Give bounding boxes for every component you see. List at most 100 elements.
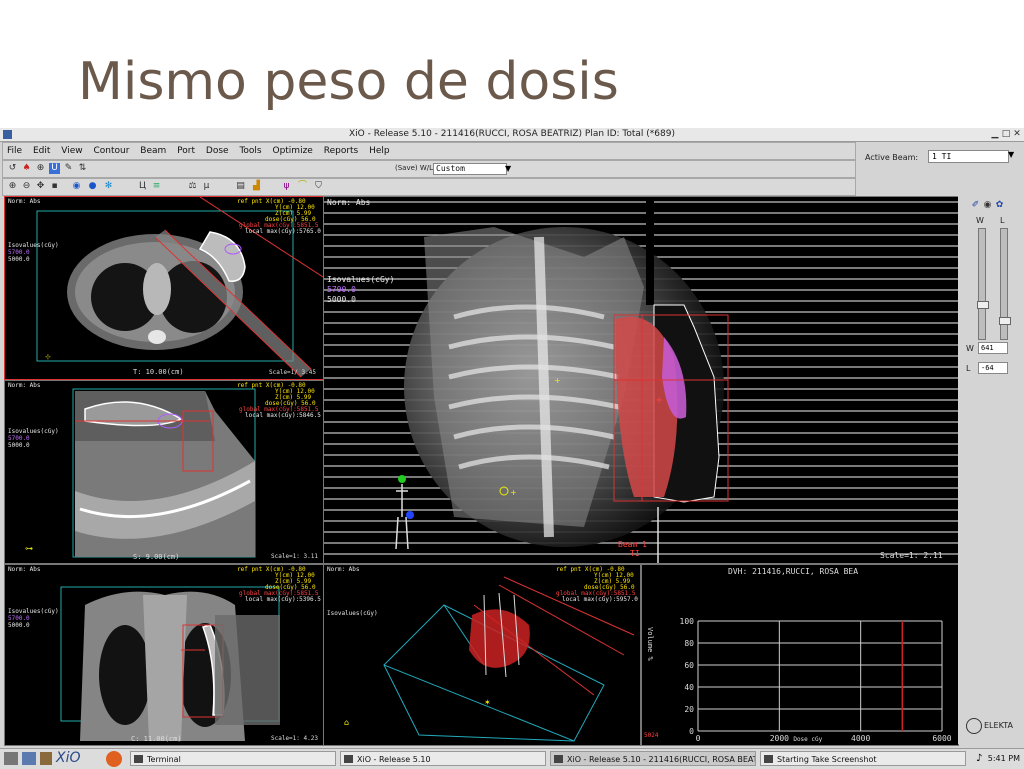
wl-preset-select[interactable]: Custom: [433, 163, 507, 175]
zoom-in-icon[interactable]: ⊕: [7, 181, 18, 192]
menu-edit[interactable]: Edit: [29, 143, 54, 159]
dvh-y-tick-label: 60: [684, 661, 694, 670]
level-slider[interactable]: [999, 228, 1011, 340]
level-value-input[interactable]: -64: [978, 362, 1008, 374]
taskbar-button-label: Terminal: [147, 755, 181, 764]
slice-position: T: 10.00(cm): [133, 368, 184, 376]
u-tool-icon[interactable]: U: [49, 163, 60, 174]
dvh-x-tick-label: 0: [696, 734, 701, 743]
xio-application-window: XiO - Release 5.10 - 211416(RUCCI, ROSA …: [0, 128, 1024, 769]
taskbar-button-screenshot[interactable]: Starting Take Screenshot: [760, 751, 966, 766]
view-globe-icon[interactable]: ◉: [71, 181, 82, 192]
desktop-icon[interactable]: [4, 752, 18, 765]
beam-sublabel: TI: [630, 549, 640, 558]
save-icon[interactable]: ▪: [49, 181, 60, 192]
l-slider-label: L: [1000, 216, 1005, 225]
menu-tools[interactable]: Tools: [235, 143, 265, 159]
isovalues-label: Isovalues(cGy): [327, 610, 378, 617]
dvh-y-tick-label: 100: [680, 617, 695, 626]
menu-optimize[interactable]: Optimize: [268, 143, 316, 159]
local-max-label: local max(cGy):5957.0: [562, 596, 638, 603]
pencil-icon[interactable]: ✐: [970, 200, 981, 211]
filter-icon[interactable]: Ц: [137, 181, 148, 192]
settings-icon[interactable]: ✿: [994, 200, 1005, 211]
norm-label: Norm: Abs: [327, 566, 360, 573]
view-rotate-icon[interactable]: ✻: [103, 181, 114, 192]
undo-icon[interactable]: ↺: [7, 163, 18, 174]
svg-text:⌂: ⌂: [344, 718, 349, 727]
window-slider[interactable]: [977, 228, 989, 340]
dvh-corner-label: 5024: [644, 732, 659, 739]
close-icon[interactable]: ✕: [1012, 129, 1022, 139]
calculator-icon[interactable]: ▤: [235, 181, 246, 192]
app-logo-icon: [3, 130, 12, 139]
taskbar-button-xio-plan[interactable]: XiO - Release 5.10 - 211416(RUCCI, ROSA …: [550, 751, 756, 766]
taskbar-button-xio[interactable]: XiO - Release 5.10: [340, 751, 546, 766]
dvh-x-tick-label: 6000: [932, 734, 951, 743]
chevron-down-icon[interactable]: ▼: [1008, 150, 1014, 159]
menu-port[interactable]: Port: [173, 143, 199, 159]
volume-icon[interactable]: ♪: [976, 753, 982, 764]
zoom-out-icon[interactable]: ⊖: [21, 181, 32, 192]
crosshair-icon[interactable]: ⊕: [35, 163, 46, 174]
figure-icon[interactable]: ♠: [21, 163, 32, 174]
layers-icon[interactable]: ≡: [151, 181, 162, 192]
xio-logo[interactable]: XiO: [56, 750, 81, 766]
scale-label: Scale=1: 4.23: [271, 735, 318, 742]
dvh-y-axis-label: Volume %: [646, 627, 654, 662]
chart-icon[interactable]: ▟: [251, 181, 262, 192]
level-slider-knob[interactable]: [999, 317, 1011, 325]
svg-text:⊹: ⊹: [45, 353, 51, 361]
3d-view-viewport[interactable]: ✶ ⌂ Norm: Abs ref pnt X(cm) -0.80 Y(cm) …: [323, 564, 641, 746]
coronal-viewport[interactable]: Norm: Abs ref pnt X(cm) -0.80 Y(cm) 12.0…: [4, 564, 324, 746]
window-value-input[interactable]: 641: [978, 342, 1008, 354]
menu-help[interactable]: Help: [365, 143, 394, 159]
menu-file[interactable]: File: [3, 143, 26, 159]
slice-position: C: 11.00(cm): [131, 735, 182, 743]
maximize-icon[interactable]: □: [1001, 129, 1011, 139]
pan-icon[interactable]: ✥: [35, 181, 46, 192]
menu-view[interactable]: View: [57, 143, 86, 159]
menu-bar: File Edit View Contour Beam Port Dose To…: [2, 142, 856, 160]
taskbar-button-label: XiO - Release 5.10 - 211416(RUCCI, ROSA …: [567, 755, 756, 764]
menu-reports[interactable]: Reports: [320, 143, 363, 159]
dvh-y-tick-label: 40: [684, 683, 694, 692]
sagittal-viewport[interactable]: ⊶ Norm: Abs ref pnt X(cm) -0.80 Y(cm) 12…: [4, 380, 324, 564]
files-icon[interactable]: [40, 752, 52, 765]
arc-icon[interactable]: ⌒: [297, 181, 308, 192]
shield-icon[interactable]: ⛉: [313, 181, 324, 192]
minimize-icon[interactable]: ▁: [990, 129, 1000, 139]
save-wl-button[interactable]: (Save) W/L: [395, 163, 433, 174]
beam-label: Beam 1: [618, 540, 647, 549]
firefox-icon[interactable]: [106, 751, 122, 767]
beams-eye-view-viewport[interactable]: + + + Norm: Abs Isovalues(cGy) 5700.0 50…: [323, 196, 959, 564]
workspace-icon[interactable]: [22, 752, 36, 765]
dvh-x-axis-label: Dose cGy: [793, 736, 822, 743]
dvh-y-tick-label: 80: [684, 639, 694, 648]
elekta-logo-icon: [966, 718, 982, 734]
terminal-icon: [134, 755, 143, 763]
active-beam-select[interactable]: 1 TI: [928, 150, 1009, 163]
menu-beam[interactable]: Beam: [136, 143, 170, 159]
transverse-viewport[interactable]: ⊹ Norm: Abs ref pnt X(cm) -0.80 Y(cm) 12…: [4, 196, 324, 380]
norm-label: Norm: Abs: [8, 198, 41, 205]
window-slider-knob[interactable]: [977, 301, 989, 309]
window-titlebar[interactable]: XiO - Release 5.10 - 211416(RUCCI, ROSA …: [0, 128, 1024, 142]
dvh-title: DVH: 211416,RUCCI, ROSA BEA: [728, 567, 859, 576]
pen-icon[interactable]: ✎: [63, 163, 74, 174]
mu-icon[interactable]: µ: [201, 181, 212, 192]
arrows-icon[interactable]: ⇅: [77, 163, 88, 174]
isovalue-2: 5000.0: [8, 622, 30, 629]
weight-icon[interactable]: ⚖: [187, 181, 198, 192]
taskbar-button-terminal[interactable]: Terminal: [130, 751, 336, 766]
dvh-viewport[interactable]: 0 20 40 60 80 100 0 2000 4000 6000 Volume % Dose cG…: [641, 564, 959, 746]
beam-icon[interactable]: ψ: [281, 181, 292, 192]
chevron-down-icon[interactable]: ▼: [505, 163, 511, 174]
isovalues-label: Isovalues(cGy): [327, 275, 395, 284]
menu-contour[interactable]: Contour: [89, 143, 133, 159]
w-slider-label: W: [976, 216, 984, 225]
eye-icon[interactable]: ◉: [982, 200, 993, 211]
isovalue-2: 5000.0: [8, 442, 30, 449]
view-sphere-icon[interactable]: ●: [87, 181, 98, 192]
menu-dose[interactable]: Dose: [202, 143, 233, 159]
